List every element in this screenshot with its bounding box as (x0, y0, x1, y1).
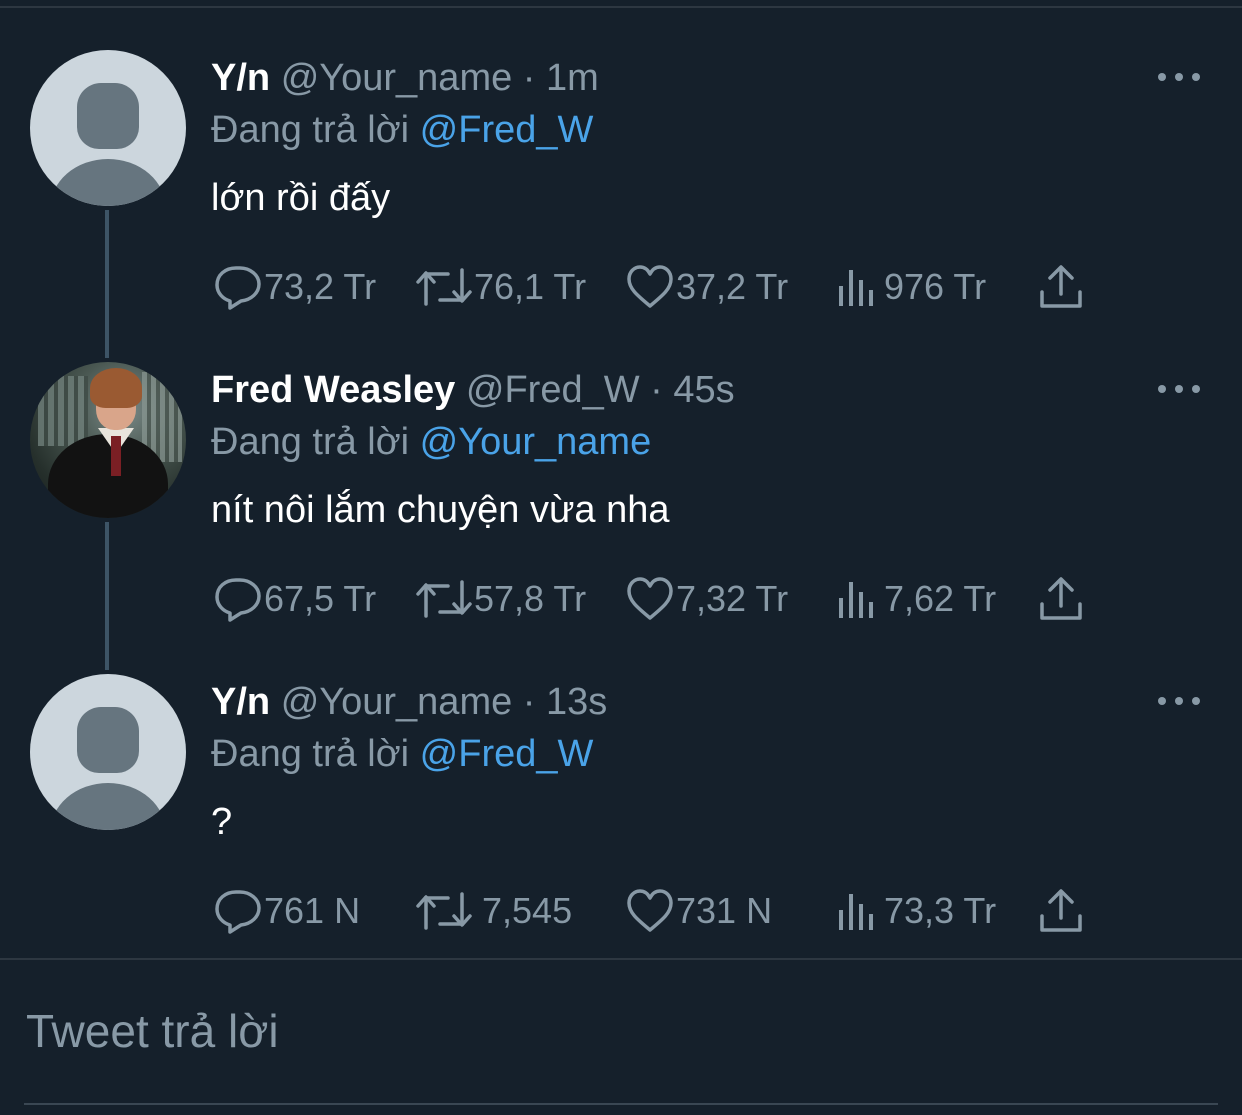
like-count: 37,2 Tr (676, 266, 789, 307)
tweet-header: Y/n @Your_name · 1m (211, 56, 599, 100)
photo-window (38, 376, 88, 446)
user-handle[interactable]: @Your_name (281, 57, 513, 99)
views-icon (839, 582, 873, 618)
views-button[interactable]: 7,62 Tr (834, 574, 996, 624)
photo-tie (111, 436, 121, 476)
tweet-thread-page: Y/n @Your_name · 1m Đang trả lời @Fred_W… (0, 0, 1242, 1115)
user-handle[interactable]: @Fred_W (466, 369, 640, 411)
retweet-icon (416, 268, 472, 306)
tweet-actions: 67,5 Tr 57,8 Tr 7,32 Tr 7,62 Tr (0, 574, 1242, 624)
share-icon (1040, 889, 1082, 932)
views-icon (839, 270, 873, 306)
more-icon[interactable] (1158, 694, 1200, 708)
like-button[interactable]: 7,32 Tr (626, 574, 788, 624)
tweet-actions: 761 N 7,545 731 N 73,3 Tr (0, 886, 1242, 936)
views-count: 7,62 Tr (884, 578, 997, 619)
views-button[interactable]: 976 Tr (834, 262, 986, 312)
views-count: 73,3 Tr (884, 890, 997, 931)
retweet-count: 7,545 (482, 890, 573, 931)
tweet-text: ? (211, 801, 233, 843)
like-icon (627, 265, 673, 308)
reply-button[interactable]: 67,5 Tr (214, 574, 376, 624)
like-button[interactable]: 731 N (626, 886, 772, 936)
retweet-count: 76,1 Tr (474, 266, 587, 307)
retweet-icon (416, 580, 472, 618)
input-underline (24, 1103, 1218, 1105)
replying-to: Đang trả lời @Your_name (211, 420, 651, 464)
retweet-button[interactable]: 7,545 (416, 886, 572, 936)
tweet[interactable]: Fred Weasley @Fred_W · 45s Đang trả lời … (0, 312, 1242, 624)
avatar[interactable] (30, 362, 186, 518)
reply-button[interactable]: 761 N (214, 886, 360, 936)
share-icon (1040, 265, 1082, 308)
default-avatar-body (50, 159, 166, 206)
reply-icon (215, 266, 261, 310)
like-count: 7,32 Tr (676, 578, 789, 619)
views-button[interactable]: 73,3 Tr (834, 886, 996, 936)
views-count: 976 Tr (884, 266, 987, 307)
tweet-text: lớn rồi đấy (211, 177, 391, 219)
replying-prefix: Đang trả lời (211, 421, 410, 463)
timestamp[interactable]: 1m (546, 57, 599, 99)
share-button[interactable] (1038, 262, 1084, 312)
replying-prefix: Đang trả lời (211, 109, 410, 151)
tweet[interactable]: Y/n @Your_name · 1m Đang trả lời @Fred_W… (0, 0, 1242, 312)
photo-hair (90, 368, 142, 408)
retweet-icon (416, 892, 472, 930)
mention-link[interactable]: @Your_name (420, 421, 652, 463)
reply-count: 67,5 Tr (264, 578, 377, 619)
separator: · (522, 681, 536, 723)
reply-count: 761 N (264, 890, 361, 931)
replying-to: Đang trả lời @Fred_W (211, 108, 593, 152)
like-count: 731 N (676, 890, 773, 931)
replying-to: Đang trả lời @Fred_W (211, 732, 593, 776)
retweet-button[interactable]: 76,1 Tr (416, 262, 586, 312)
mention-link[interactable]: @Fred_W (420, 109, 594, 151)
user-handle[interactable]: @Your_name (281, 681, 513, 723)
reply-button[interactable]: 73,2 Tr (214, 262, 376, 312)
default-avatar-head (77, 83, 139, 149)
like-button[interactable]: 37,2 Tr (626, 262, 788, 312)
retweet-count: 57,8 Tr (474, 578, 587, 619)
display-name[interactable]: Y/n (211, 681, 270, 723)
tweet-actions: 73,2 Tr 76,1 Tr 37,2 Tr 976 Tr (0, 262, 1242, 312)
display-name[interactable]: Y/n (211, 57, 270, 99)
reply-icon (215, 890, 261, 934)
views-icon (839, 894, 873, 930)
timestamp[interactable]: 13s (546, 681, 607, 723)
replying-prefix: Đang trả lời (211, 733, 410, 775)
reply-count: 73,2 Tr (264, 266, 377, 307)
reply-icon (215, 578, 261, 622)
share-button[interactable] (1038, 886, 1084, 936)
tweet-text: nít nôi lắm chuyện vừa nha (211, 489, 670, 531)
default-avatar-body (50, 783, 166, 830)
avatar[interactable] (30, 674, 186, 830)
avatar[interactable] (30, 50, 186, 206)
timestamp[interactable]: 45s (673, 369, 734, 411)
tweet[interactable]: Y/n @Your_name · 13s Đang trả lời @Fred_… (0, 624, 1242, 936)
like-icon (627, 889, 673, 932)
separator: · (650, 369, 663, 411)
more-icon[interactable] (1158, 382, 1200, 396)
share-icon (1040, 577, 1082, 620)
separator: · (522, 57, 536, 99)
more-icon[interactable] (1158, 70, 1200, 84)
display-name[interactable]: Fred Weasley (211, 369, 455, 411)
like-icon (627, 577, 673, 620)
mention-link[interactable]: @Fred_W (420, 733, 594, 775)
divider (0, 958, 1242, 960)
reply-tweet-input[interactable]: Tweet trả lời (26, 1004, 279, 1058)
share-button[interactable] (1038, 574, 1084, 624)
retweet-button[interactable]: 57,8 Tr (416, 574, 586, 624)
tweet-header: Y/n @Your_name · 13s (211, 680, 607, 724)
default-avatar-head (77, 707, 139, 773)
tweet-header: Fred Weasley @Fred_W · 45s (211, 368, 735, 412)
